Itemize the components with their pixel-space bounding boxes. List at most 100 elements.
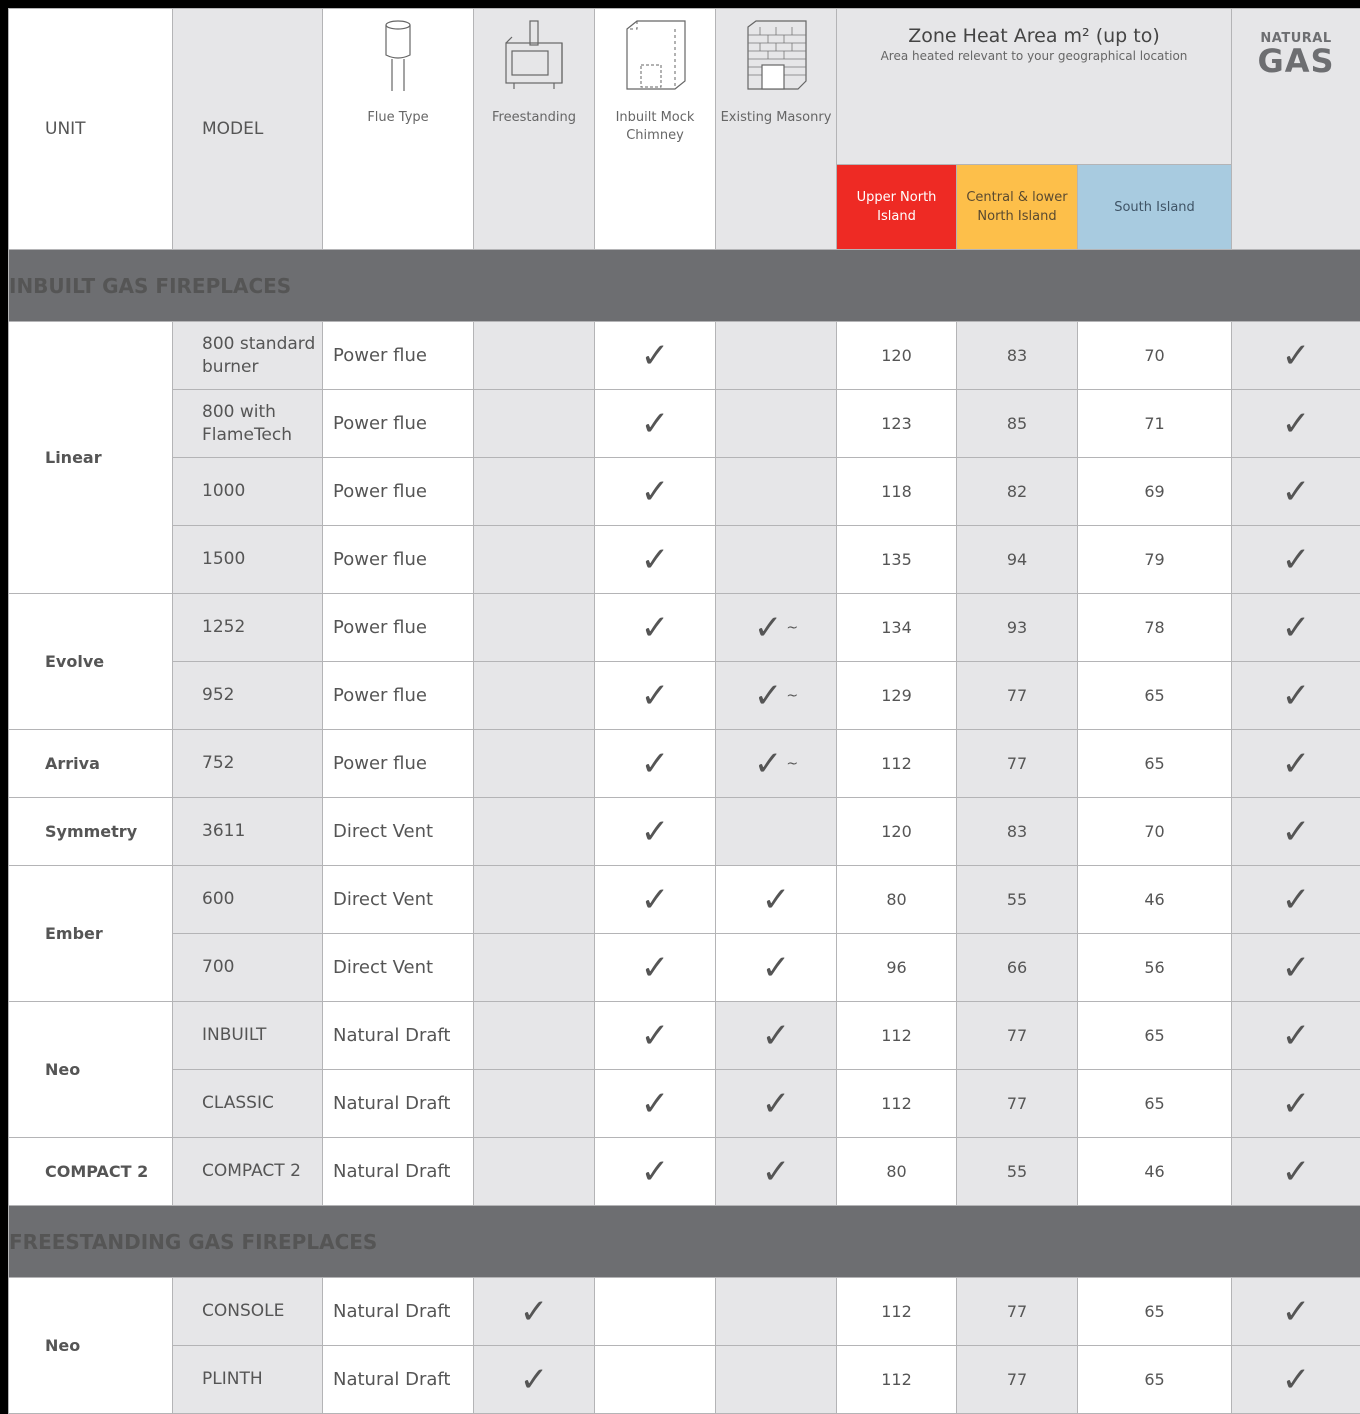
inbuilt-mock-chimney-cell: ✓ [595, 662, 716, 730]
central-value: 83 [957, 322, 1078, 390]
upper-north-value: 112 [837, 1278, 957, 1346]
model-cell: 1500 [173, 526, 323, 594]
existing-masonry-cell: ✓ [716, 1138, 837, 1206]
central-value: 77 [957, 662, 1078, 730]
unit-linear: Linear [9, 322, 173, 594]
check-icon: ✓ [520, 1360, 549, 1400]
existing-masonry-cell [716, 390, 837, 458]
south-value: 70 [1078, 322, 1232, 390]
inbuilt-mock-chimney-cell [595, 1346, 716, 1414]
central-value: 94 [957, 526, 1078, 594]
unit-neo-freestanding: Neo [9, 1278, 173, 1414]
flue-type-cell: Power flue [323, 390, 474, 458]
upper-north-value: 123 [837, 390, 957, 458]
model-cell: CONSOLE [173, 1278, 323, 1346]
south-value: 56 [1078, 934, 1232, 1002]
freestanding-cell [474, 866, 595, 934]
natural-gas-cell: ✓ [1232, 458, 1360, 526]
check-icon: ✓ [1282, 880, 1311, 920]
central-value: 77 [957, 1346, 1078, 1414]
upper-north-value: 80 [837, 1138, 957, 1206]
existing-masonry-cell: ✓ [716, 866, 837, 934]
inbuilt-mock-chimney-cell: ✓ [595, 1138, 716, 1206]
unit-arriva: Arriva [9, 730, 173, 798]
upper-north-value: 112 [837, 1002, 957, 1070]
freestanding-cell [474, 390, 595, 458]
mock-chimney-icon [623, 19, 687, 91]
south-value: 46 [1078, 866, 1232, 934]
central-value: 77 [957, 1070, 1078, 1138]
table-row: Symmetry3611Direct Vent✓1208370✓ [9, 798, 1360, 866]
upper-north-value: 96 [837, 934, 957, 1002]
model-cell: 800 standard burner [173, 322, 323, 390]
freestanding-header: Freestanding [474, 9, 595, 250]
south-value: 65 [1078, 662, 1232, 730]
table-row: 952Power flue✓✓~1297765✓ [9, 662, 1360, 730]
freestanding-cell [474, 798, 595, 866]
table-row: 1000Power flue✓1188269✓ [9, 458, 1360, 526]
unit-compact-2: COMPACT 2 [9, 1138, 173, 1206]
freestanding-cell [474, 730, 595, 798]
natural-gas-cell: ✓ [1232, 1278, 1360, 1346]
inbuilt-mock-chimney-cell [595, 1278, 716, 1346]
inbuilt-mock-chimney-cell: ✓ [595, 594, 716, 662]
natural-gas-cell: ✓ [1232, 934, 1360, 1002]
upper-north-value: 120 [837, 322, 957, 390]
existing-masonry-cell: ✓ [716, 934, 837, 1002]
existing-masonry-header: Existing Masonry [716, 9, 837, 250]
model-cell: 752 [173, 730, 323, 798]
inbuilt-mock-chimney-cell: ✓ [595, 798, 716, 866]
natural-gas-header: NATURAL GAS [1232, 9, 1360, 250]
south-value: 65 [1078, 1278, 1232, 1346]
existing-masonry-cell [716, 1278, 837, 1346]
check-icon: ✓ [641, 472, 670, 512]
check-icon: ✓ [641, 1152, 670, 1192]
south-value: 78 [1078, 594, 1232, 662]
gas-label: GAS [1232, 46, 1360, 76]
zone-title: Zone Heat Area m² (up to) [837, 25, 1231, 47]
central-value: 77 [957, 1002, 1078, 1070]
unit-ember: Ember [9, 866, 173, 1002]
inbuilt-mock-chimney-cell: ✓ [595, 730, 716, 798]
zone-subtitle: Area heated relevant to your geographica… [837, 49, 1231, 63]
check-icon: ✓ [1282, 336, 1311, 376]
central-value: 85 [957, 390, 1078, 458]
freestanding-label: Freestanding [474, 109, 594, 127]
flue-type-cell: Power flue [323, 458, 474, 526]
check-icon: ✓ [641, 676, 670, 716]
freestanding-cell [474, 934, 595, 1002]
flue-type-cell: Natural Draft [323, 1278, 474, 1346]
check-icon: ✓ [754, 676, 783, 716]
existing-masonry-cell: ✓ [716, 1002, 837, 1070]
check-icon: ✓ [754, 608, 783, 648]
freestanding-cell [474, 1138, 595, 1206]
flue-icon [378, 19, 418, 91]
existing-masonry-cell: ✓~ [716, 594, 837, 662]
table-row: NeoCONSOLENatural Draft✓1127765✓ [9, 1278, 1360, 1346]
upper-north-value: 120 [837, 798, 957, 866]
table-row: NeoINBUILTNatural Draft✓✓1127765✓ [9, 1002, 1360, 1070]
table-row: Ember600Direct Vent✓✓805546✓ [9, 866, 1360, 934]
flue-type-cell: Power flue [323, 322, 474, 390]
natural-gas-cell: ✓ [1232, 730, 1360, 798]
check-icon: ✓ [1282, 812, 1311, 852]
zone-heat-header: Zone Heat Area m² (up to) Area heated re… [837, 9, 1232, 165]
natural-gas-cell: ✓ [1232, 866, 1360, 934]
flue-type-cell: Direct Vent [323, 798, 474, 866]
zone-south-island: South Island [1078, 165, 1232, 250]
natural-gas-cell: ✓ [1232, 594, 1360, 662]
flue-type-cell: Power flue [323, 730, 474, 798]
check-icon: ✓ [1282, 404, 1311, 444]
central-value: 55 [957, 866, 1078, 934]
check-icon: ✓ [641, 812, 670, 852]
tilde-note: ~ [786, 688, 798, 704]
upper-north-value: 112 [837, 1070, 957, 1138]
freestanding-cell [474, 1002, 595, 1070]
inbuilt-mock-chimney-cell: ✓ [595, 458, 716, 526]
flue-type-label: Flue Type [323, 109, 473, 127]
flue-type-cell: Direct Vent [323, 866, 474, 934]
south-value: 79 [1078, 526, 1232, 594]
tilde-note: ~ [786, 756, 798, 772]
check-icon: ✓ [762, 948, 791, 988]
central-value: 66 [957, 934, 1078, 1002]
